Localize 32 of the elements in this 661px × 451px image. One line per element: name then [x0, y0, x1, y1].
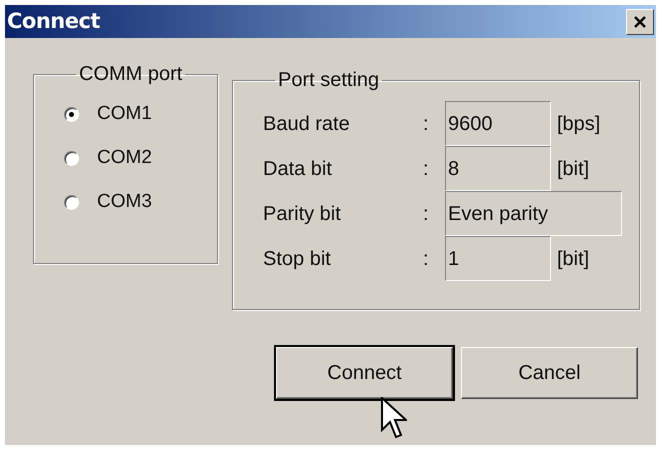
radio-option[interactable]: COM3 [64, 180, 217, 224]
readonly-field: Even parity [445, 191, 622, 236]
close-button[interactable] [626, 8, 654, 34]
group-title: COMM port [78, 64, 184, 84]
radio-button[interactable] [64, 194, 79, 210]
dialog-button[interactable]: Cancel [461, 347, 638, 399]
readonly-field: 1 [445, 236, 551, 281]
separator-text: : [423, 156, 430, 182]
unit-label: [bit] [556, 246, 590, 272]
separator-text: : [423, 202, 430, 226]
radio-button[interactable] [64, 106, 79, 122]
radio-label: COM2 [97, 146, 152, 170]
radio-label: COM3 [97, 190, 152, 214]
group-title: Port setting [277, 70, 380, 90]
dialog-button[interactable]: Connect [276, 347, 453, 399]
window-title: Connect [7, 8, 100, 35]
field-label: Data bit [263, 156, 333, 182]
cursor-icon [381, 397, 407, 439]
field-label: Baud rate [263, 112, 351, 136]
radio-button[interactable] [64, 150, 79, 166]
radio-label: COM1 [97, 102, 152, 126]
unit-label: [bit] [556, 156, 590, 182]
separator-text: : [423, 112, 430, 136]
radio-option[interactable]: COM1 [64, 92, 217, 136]
close-icon [633, 14, 647, 28]
readonly-field: 8 [445, 146, 551, 191]
separator-text: : [423, 246, 430, 272]
readonly-field: 9600 [445, 101, 551, 146]
unit-label: [bps] [556, 112, 602, 136]
radio-option[interactable]: COM2 [64, 136, 217, 180]
field-label: Stop bit [263, 246, 332, 272]
field-label: Parity bit [263, 202, 342, 226]
